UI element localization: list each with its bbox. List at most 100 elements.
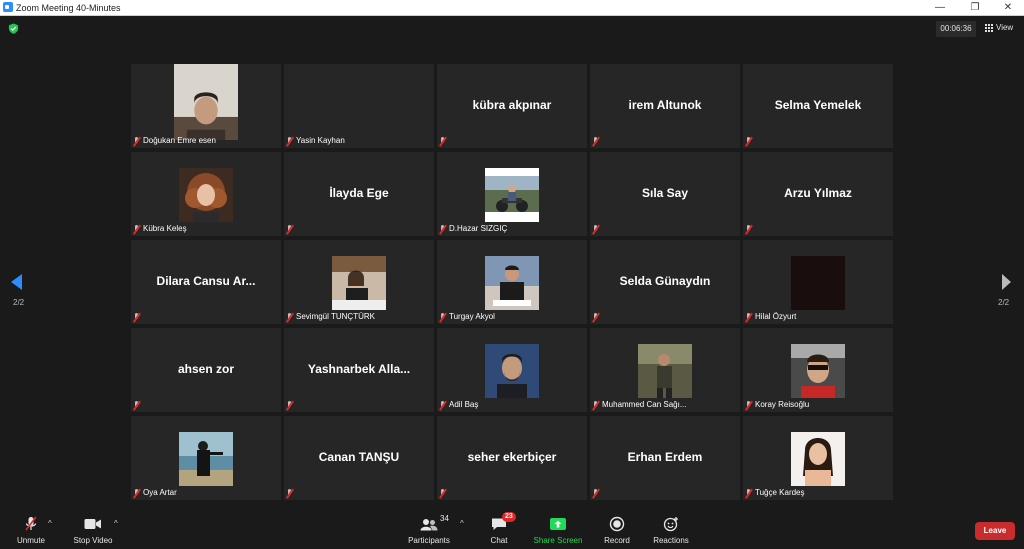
participant-name-label: [592, 225, 599, 234]
muted-microphone-icon: [439, 489, 446, 498]
participant-display-name: Erhan Erdem: [627, 450, 703, 464]
participant-video-thumbnail: [332, 256, 386, 310]
participant-name: Doğukan Emre esen: [143, 136, 216, 145]
participant-name: Yasin Kayhan: [296, 136, 345, 145]
muted-microphone-icon: [439, 312, 446, 322]
participant-tile[interactable]: Hilal Özyurt: [743, 240, 893, 324]
participant-tile[interactable]: Sıla Say: [590, 152, 740, 236]
participant-name-label: [133, 313, 140, 322]
muted-microphone-icon: [592, 137, 599, 146]
participant-tile[interactable]: Erhan Erdem: [590, 416, 740, 500]
participant-name-label: D.Hazar SIZGIÇ: [439, 224, 507, 234]
participant-tile[interactable]: Adil Baş: [437, 328, 587, 412]
muted-microphone-icon: [745, 312, 752, 322]
muted-microphone-icon: [133, 488, 140, 498]
video-options-caret-icon[interactable]: ^: [114, 519, 118, 528]
participants-count: 34: [440, 514, 449, 523]
participant-video-thumbnail: [485, 168, 539, 222]
participant-name-label: [286, 225, 293, 234]
participant-name-label: Oya Artar: [133, 488, 177, 498]
participant-name-label: Muhammed Can Sağı...: [592, 400, 686, 410]
previous-page-arrow-icon[interactable]: [11, 274, 22, 290]
participant-name-label: Yasin Kayhan: [286, 136, 345, 146]
participant-video-thumbnail: [174, 64, 238, 140]
view-label: View: [996, 23, 1014, 32]
participant-tile[interactable]: Selma Yemelek: [743, 64, 893, 148]
participant-tile[interactable]: Dilara Cansu Ar...: [131, 240, 281, 324]
leave-button[interactable]: Leave: [975, 522, 1015, 540]
participants-label: Participants: [408, 536, 450, 545]
participant-tile[interactable]: Canan TANŞU: [284, 416, 434, 500]
participant-tile[interactable]: Selda Günaydın: [590, 240, 740, 324]
participant-display-name: kübra akpınar: [472, 98, 552, 112]
muted-microphone-icon: [592, 313, 599, 322]
participant-tile[interactable]: Muhammed Can Sağı...: [590, 328, 740, 412]
participant-tile[interactable]: Yasin Kayhan: [284, 64, 434, 148]
security-shield-icon[interactable]: [8, 23, 19, 34]
participant-name-label: Kübra Keleş: [133, 224, 187, 234]
minimize-button[interactable]: —: [925, 0, 955, 15]
participant-name-label: [286, 489, 293, 498]
close-button[interactable]: ✕: [993, 0, 1023, 15]
muted-microphone-icon: [745, 400, 752, 410]
video-camera-icon: [84, 519, 101, 529]
chat-button[interactable]: 23 Chat: [484, 512, 516, 545]
participant-display-name: Selda Günaydın: [619, 274, 711, 288]
participant-display-name: seher ekerbiçer: [467, 450, 557, 464]
stop-video-label: Stop Video: [73, 536, 113, 545]
chat-label: Chat: [490, 536, 508, 545]
participant-display-name: Sıla Say: [641, 186, 689, 200]
participant-tile[interactable]: Koray Reisoğlu: [743, 328, 893, 412]
participant-tile[interactable]: kübra akpınar: [437, 64, 587, 148]
participant-tile[interactable]: Arzu Yılmaz: [743, 152, 893, 236]
participant-tile[interactable]: Sevimgül TUNÇTÜRK: [284, 240, 434, 324]
audio-options-caret-icon[interactable]: ^: [48, 519, 52, 528]
participant-name-label: [745, 137, 752, 146]
participants-button[interactable]: 34 Participants: [404, 514, 454, 545]
muted-microphone-icon: [439, 224, 446, 234]
muted-microphone-icon: [286, 225, 293, 234]
window-titlebar: Zoom Meeting 40-Minutes — ❐ ✕: [0, 0, 1024, 16]
participant-tile[interactable]: Tuğçe Kardeş: [743, 416, 893, 500]
participants-caret-icon[interactable]: ^: [460, 519, 464, 528]
participant-tile[interactable]: Yashnarbek Alla...: [284, 328, 434, 412]
participant-tile[interactable]: Turgay Akyol: [437, 240, 587, 324]
participant-tile[interactable]: ahsen zor: [131, 328, 281, 412]
participant-name-label: Koray Reisoğlu: [745, 400, 809, 410]
participant-tile[interactable]: seher ekerbiçer: [437, 416, 587, 500]
participant-tile[interactable]: Doğukan Emre esen: [131, 64, 281, 148]
participant-name-label: [286, 401, 293, 410]
microphone-muted-icon: [25, 516, 37, 531]
window-title: Zoom Meeting 40-Minutes: [16, 3, 121, 13]
participant-display-name: Dilara Cansu Ar...: [156, 274, 256, 288]
meeting-timer: 00:06:36: [936, 21, 976, 37]
stop-video-button[interactable]: Stop Video: [70, 514, 116, 545]
participant-tile[interactable]: İlayda Ege: [284, 152, 434, 236]
zoom-app-icon: [3, 2, 13, 12]
participant-video-thumbnail: [485, 256, 539, 310]
participant-tile[interactable]: Oya Artar: [131, 416, 281, 500]
participant-display-name: Arzu Yılmaz: [784, 186, 852, 200]
participant-name-label: Hilal Özyurt: [745, 312, 796, 322]
participant-video-thumbnail: [638, 344, 692, 398]
next-page-arrow-icon[interactable]: [1002, 274, 1011, 290]
participant-name-label: [592, 313, 599, 322]
restore-button[interactable]: ❐: [960, 0, 990, 15]
view-button[interactable]: View: [985, 21, 1013, 35]
participant-name: Sevimgül TUNÇTÜRK: [296, 312, 375, 321]
participant-video-thumbnail: [791, 344, 845, 398]
participant-tile[interactable]: D.Hazar SIZGIÇ: [437, 152, 587, 236]
reactions-button[interactable]: Reactions: [650, 514, 692, 545]
muted-microphone-icon: [745, 225, 752, 234]
participant-name: Turgay Akyol: [449, 312, 495, 321]
participant-tile[interactable]: Kübra Keleş: [131, 152, 281, 236]
unmute-button[interactable]: Unmute: [12, 514, 50, 545]
participant-name-label: Doğukan Emre esen: [133, 136, 216, 146]
share-screen-button[interactable]: Share Screen: [532, 514, 584, 545]
participant-name: Oya Artar: [143, 488, 177, 497]
record-button[interactable]: Record: [600, 514, 634, 545]
participant-name-label: [592, 489, 599, 498]
participant-tile[interactable]: irem Altunok: [590, 64, 740, 148]
participant-name-label: Turgay Akyol: [439, 312, 495, 322]
participant-name: Kübra Keleş: [143, 224, 187, 233]
